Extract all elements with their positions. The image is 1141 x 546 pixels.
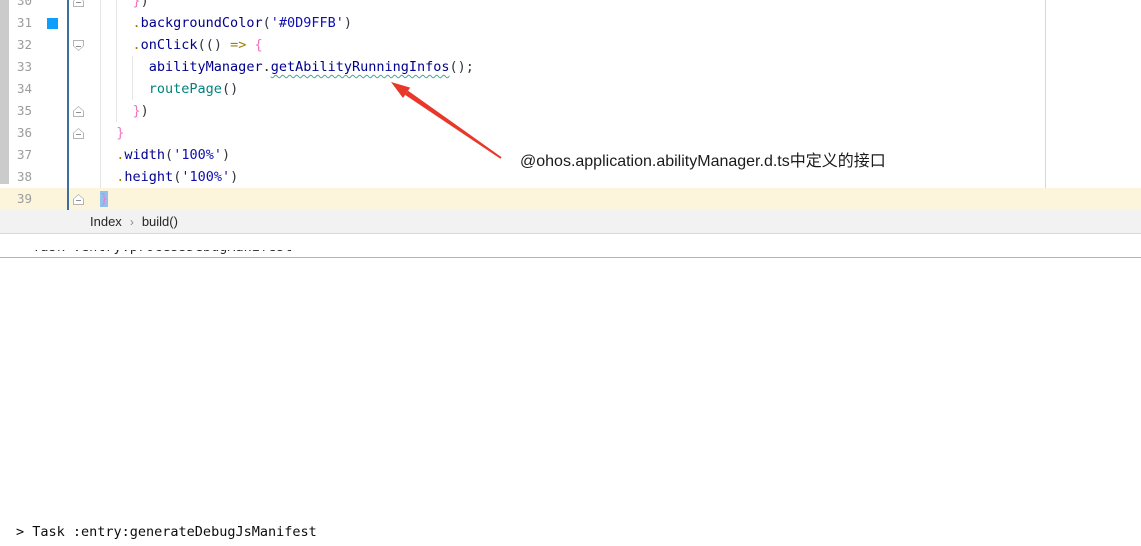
annotation-text: @ohos.application.abilityManager.d.ts中定义… [520,147,886,171]
line-number-38: 38 [0,166,32,188]
line-number-32: 32 [0,34,32,56]
right-margin-guide [1045,0,1046,188]
line-number-39: 39 [0,188,32,210]
fold-marker-icon[interactable] [73,106,84,117]
build-console[interactable]: > Task :entry:generateDebugJsManifest> T… [0,258,1141,546]
line-number-37: 37 [0,144,32,166]
fold-marker-icon[interactable] [73,40,84,51]
code-line-35[interactable]: }) [100,100,149,122]
code-line-37[interactable]: .width('100%') [100,144,230,166]
line-number-34: 34 [0,78,32,100]
code-line-30[interactable]: }) [100,0,149,12]
color-preview-chip[interactable] [47,18,58,29]
breadcrumb-bar: Index › build() [0,210,1141,234]
breadcrumb-item-build[interactable]: build() [142,210,178,233]
console-clipped-line: > Task :entry:processDebugManifest [16,250,292,257]
code-line-33[interactable]: abilityManager.getAbilityRunningInfos(); [100,56,474,78]
ide-window: 30313233343536373839 }) .backgroundColor… [0,0,1141,546]
code-line-36[interactable]: } [100,122,124,144]
current-line-highlight [0,188,1141,210]
line-number-36: 36 [0,122,32,144]
line-number-33: 33 [0,56,32,78]
code-line-34[interactable]: routePage() [100,78,238,100]
line-number-31: 31 [0,12,32,34]
fold-marker-icon[interactable] [73,0,84,7]
breadcrumb-separator-icon: › [130,211,134,234]
code-line-32[interactable]: .onClick(() => { [100,34,263,56]
code-line-31[interactable]: .backgroundColor('#0D9FFB') [100,12,352,34]
code-line-38[interactable]: .height('100%') [100,166,238,188]
code-line-39[interactable]: } [100,188,108,210]
line-number-30: 30 [0,0,32,12]
code-editor[interactable]: 30313233343536373839 }) .backgroundColor… [0,0,1141,210]
breadcrumb-item-index[interactable]: Index [90,210,122,233]
fold-marker-icon[interactable] [73,194,84,205]
fold-marker-icon[interactable] [73,128,84,139]
vcs-change-marker[interactable] [67,0,69,210]
console-output: > Task :entry:generateDebugJsManifest> T… [16,517,390,546]
console-line: > Task :entry:generateDebugJsManifest [16,521,390,543]
line-number-35: 35 [0,100,32,122]
